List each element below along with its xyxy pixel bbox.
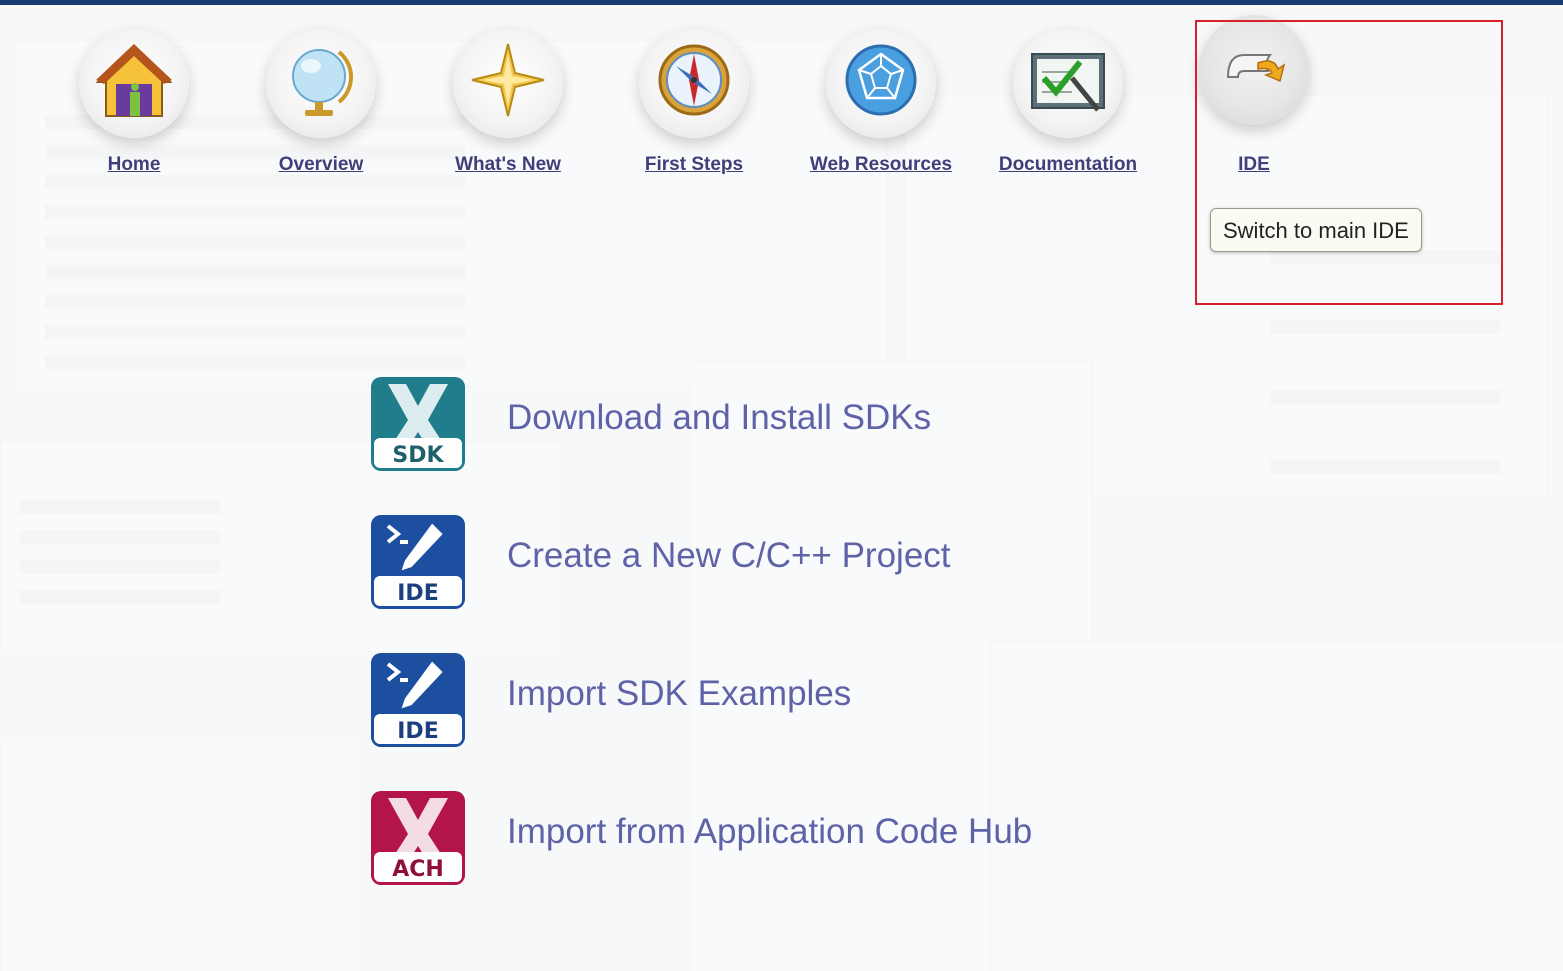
nav-item-whats-new[interactable]: What's New — [428, 20, 588, 190]
web-icon — [845, 44, 917, 116]
action-create-project[interactable]: IDE Create a New C/C++ Project — [370, 514, 1090, 610]
nav-label[interactable]: First Steps — [614, 154, 774, 176]
ide-badge-text: IDE — [397, 719, 438, 744]
nav-label[interactable]: What's New — [428, 154, 588, 176]
nav-label[interactable]: Web Resources — [801, 154, 961, 176]
action-label[interactable]: Create a New C/C++ Project — [507, 536, 951, 576]
action-label[interactable]: Import from Application Code Hub — [507, 812, 1032, 852]
ide-highlight-box — [1195, 20, 1503, 305]
ide-icon: IDE — [371, 515, 465, 609]
nav-item-overview[interactable]: Overview — [241, 20, 401, 190]
compass-icon — [658, 44, 730, 116]
nav-label[interactable]: Home — [54, 154, 214, 176]
action-import-sdk-examples[interactable]: IDE Import SDK Examples — [370, 652, 1090, 748]
action-download-install-sdks[interactable]: SDK Download and Install SDKs — [370, 376, 1090, 472]
home-icon — [95, 44, 173, 117]
documentation-icon — [1031, 53, 1105, 112]
action-label[interactable]: Download and Install SDKs — [507, 398, 931, 438]
nav-label[interactable]: Overview — [241, 154, 401, 176]
ide-tooltip: Switch to main IDE — [1210, 208, 1422, 252]
ide-icon: IDE — [371, 653, 465, 747]
star-icon — [471, 43, 545, 117]
ach-icon: ACH — [371, 791, 465, 885]
action-label[interactable]: Import SDK Examples — [507, 674, 851, 714]
ide-badge-text: IDE — [397, 581, 438, 606]
nav-label[interactable]: Documentation — [988, 154, 1148, 176]
nav-item-documentation[interactable]: Documentation — [988, 20, 1148, 190]
sdk-icon: SDK — [371, 377, 465, 471]
ach-badge-text: ACH — [392, 857, 444, 882]
nav-item-first-steps[interactable]: First Steps — [614, 20, 774, 190]
nav-item-home[interactable]: Home — [54, 20, 214, 190]
globe-icon — [292, 49, 353, 116]
sdk-badge-text: SDK — [392, 443, 444, 468]
nav-item-web-resources[interactable]: Web Resources — [801, 20, 961, 190]
header-accent-bar — [0, 0, 1563, 5]
action-import-application-code-hub[interactable]: ACH Import from Application Code Hub — [370, 790, 1090, 886]
